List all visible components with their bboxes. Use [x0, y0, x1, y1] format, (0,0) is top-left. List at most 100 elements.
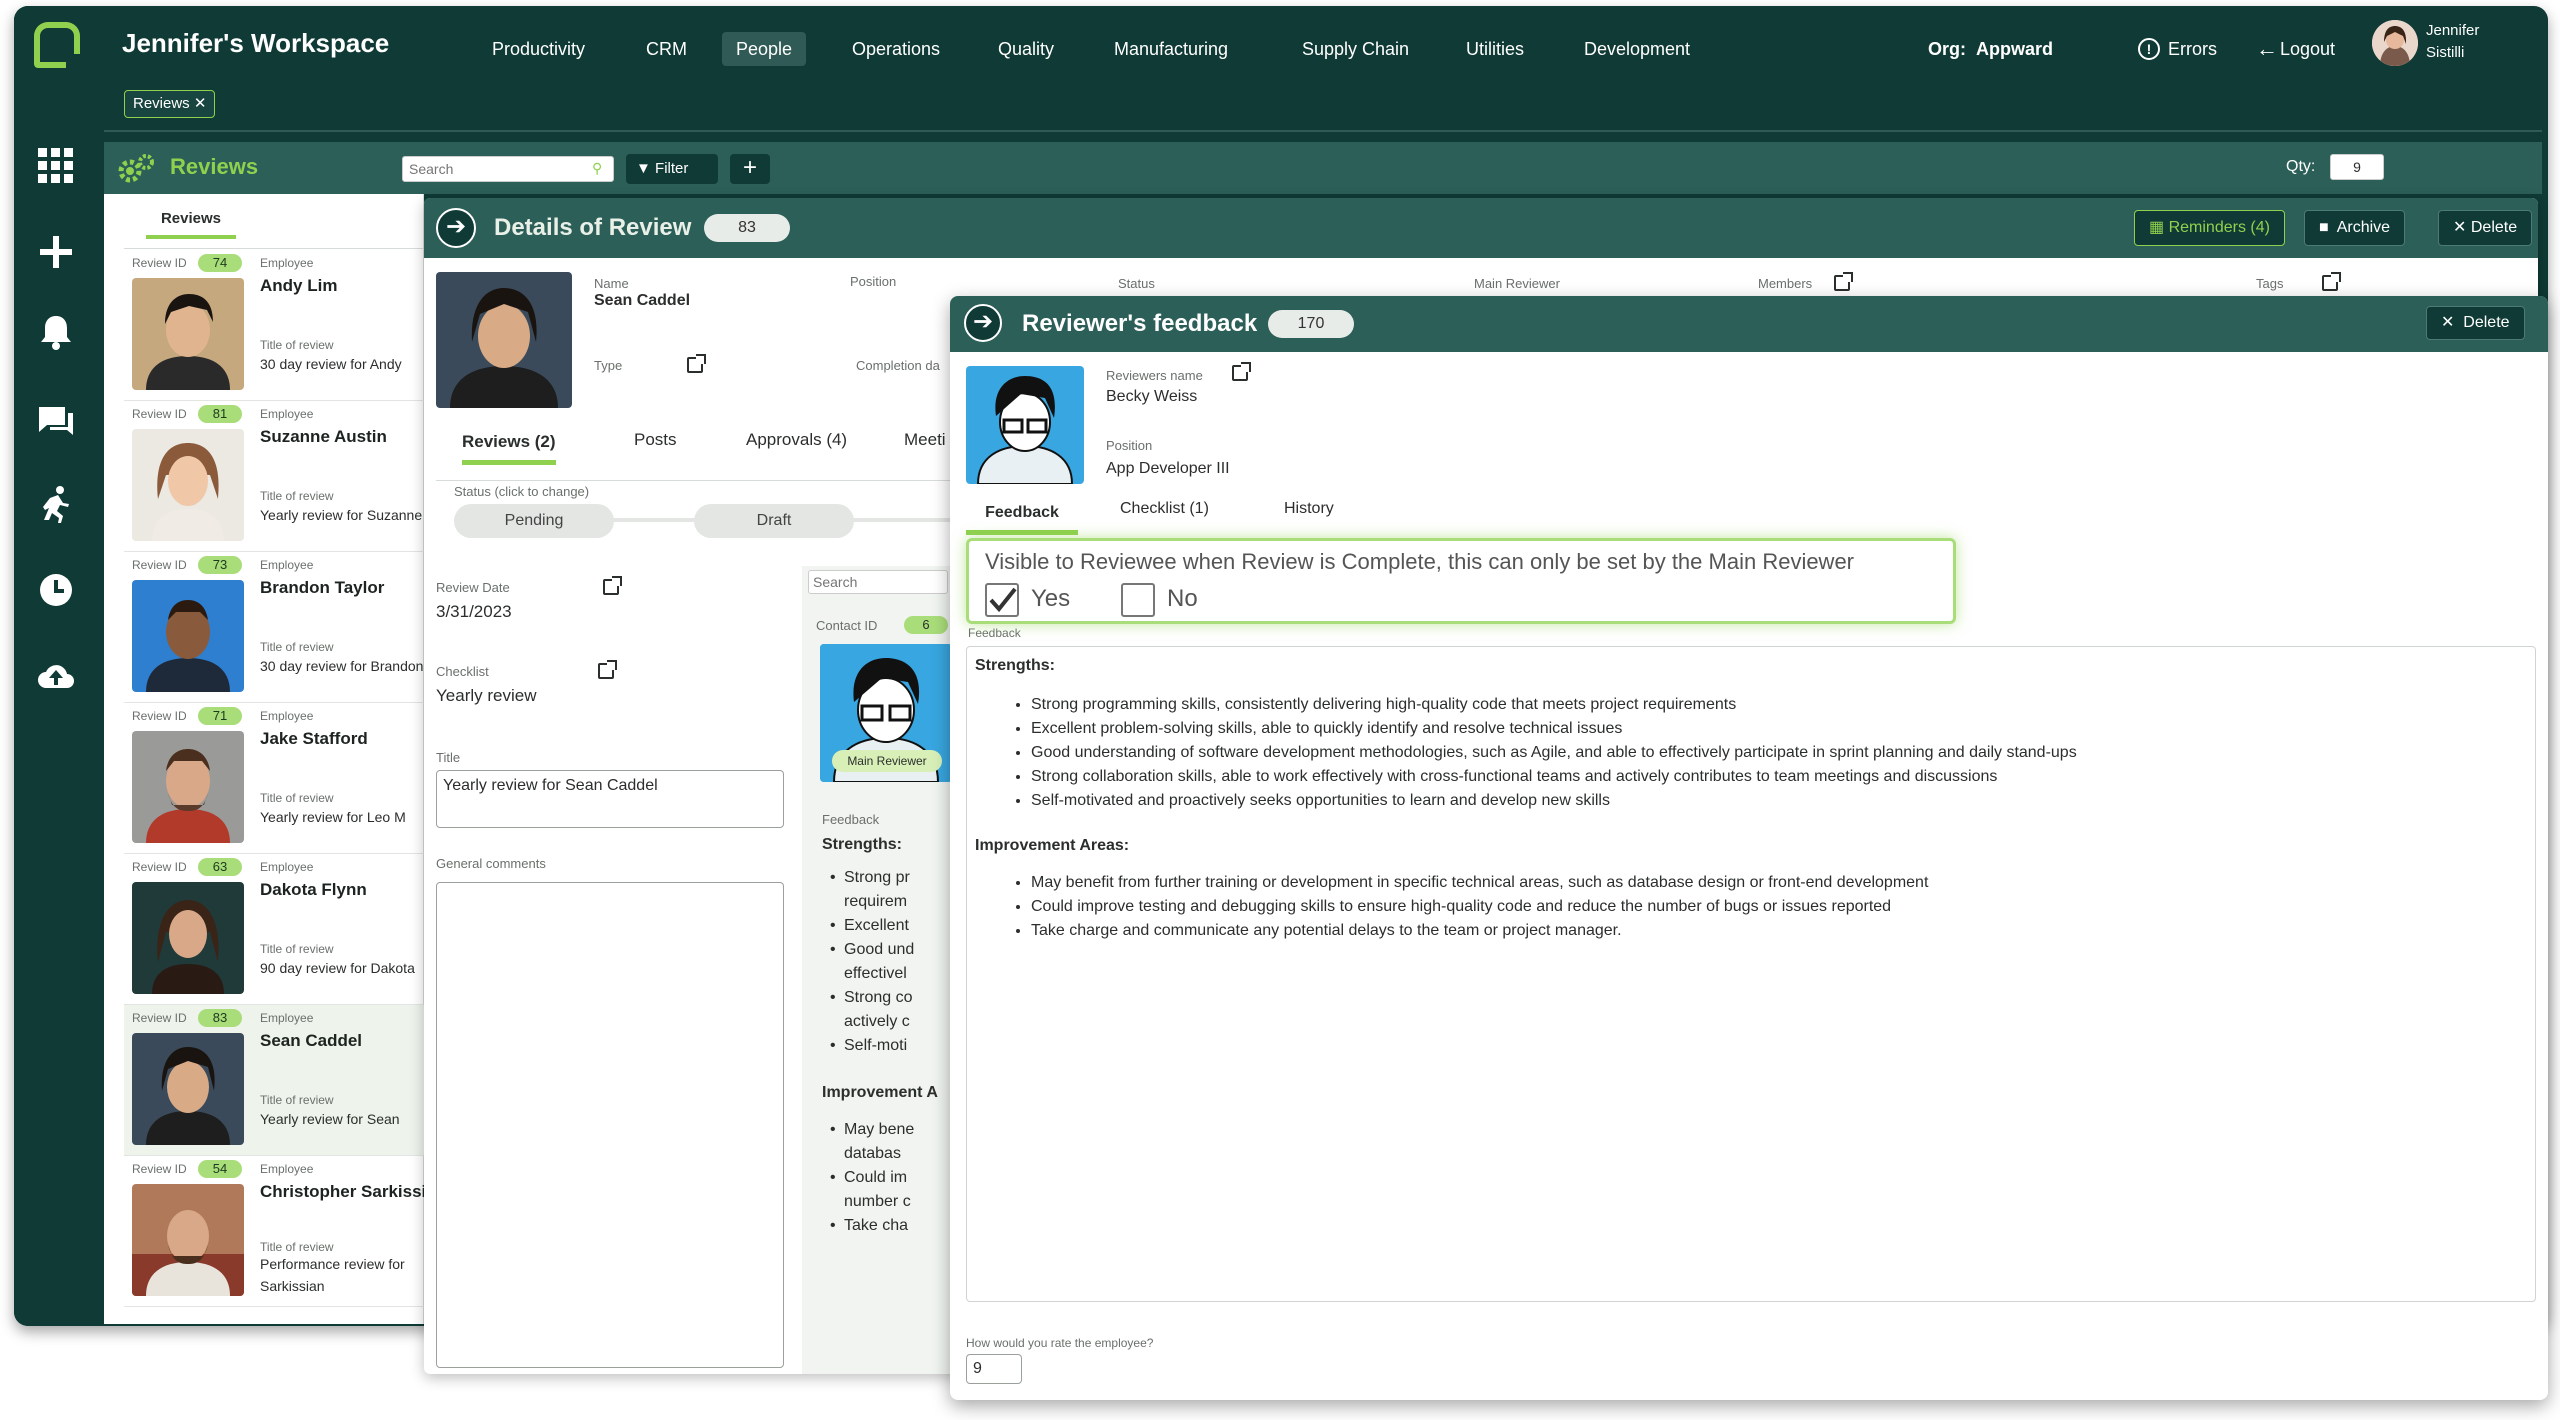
qty-value[interactable]: 9 [2330, 154, 2384, 180]
tab-reviews[interactable]: Reviews (2) [462, 432, 556, 465]
title-label: Title of review [260, 640, 334, 654]
comments-field[interactable] [436, 882, 784, 1368]
status-step-draft[interactable]: Draft [694, 504, 854, 538]
feedback-field[interactable]: Strengths: Strong programming skills, co… [966, 646, 2536, 1302]
list-item[interactable]: Review ID 71 Employee Jake Stafford Titl… [124, 703, 424, 854]
improvement-preview: May bene databas Could im number c Take … [822, 1118, 952, 1238]
nav-item-productivity[interactable]: Productivity [478, 32, 599, 66]
clock-icon[interactable] [36, 570, 76, 610]
external-link-icon[interactable] [603, 575, 623, 595]
contact-search-input[interactable] [808, 570, 948, 594]
list-item[interactable]: Review ID 73 Employee Brandon Taylor Tit… [124, 552, 424, 703]
external-link-icon[interactable] [686, 353, 706, 373]
reminders-button[interactable]: ▦ Reminders (4) [2134, 210, 2285, 246]
nav-item-supply-chain[interactable]: Supply Chain [1288, 32, 1423, 66]
strength-item: Strong collaboration skills, able to wor… [1031, 765, 2511, 789]
search-input[interactable] [402, 156, 614, 182]
nav-item-development[interactable]: Development [1570, 32, 1704, 66]
strengths-preview-line: Strong co [844, 989, 913, 1006]
yes-checkbox[interactable] [985, 583, 1019, 617]
avatar[interactable] [2372, 20, 2418, 66]
list-item[interactable]: Review ID 81 Employee Suzanne Austin Tit… [124, 401, 424, 552]
comments-label: General comments [436, 856, 546, 871]
nav-item-quality[interactable]: Quality [984, 32, 1068, 66]
org-name[interactable]: Appward [1976, 32, 2053, 66]
employee-photo [436, 272, 572, 408]
runner-icon[interactable] [36, 484, 76, 524]
title-field[interactable]: Yearly review for Sean Caddel [436, 770, 784, 828]
errors-link[interactable]: Errors [2168, 32, 2217, 66]
strength-item: Good understanding of software developme… [1031, 741, 2511, 765]
delete-label: Delete [2463, 314, 2510, 331]
no-label[interactable]: No [1167, 585, 1198, 613]
external-link-icon[interactable] [1834, 271, 1853, 291]
feedback-field-label: Feedback [968, 626, 1021, 640]
employee-photo [132, 882, 244, 994]
tab-feedback[interactable]: Feedback [966, 504, 1078, 535]
position-label: Position [850, 274, 897, 289]
nav-item-manufacturing[interactable]: Manufacturing [1100, 32, 1242, 66]
review-id-label: Review ID [132, 558, 187, 572]
contact-id-label: Contact ID [816, 618, 878, 633]
chat-icon[interactable] [36, 402, 76, 442]
arrow-left-icon[interactable]: ← [2256, 32, 2278, 66]
tab-approvals[interactable]: Approvals (4) [746, 430, 847, 458]
nav-item-people[interactable]: People [722, 32, 807, 66]
check-icon [989, 587, 1017, 613]
employee-label: Employee [260, 1162, 314, 1176]
close-icon[interactable]: ✕ [194, 95, 207, 112]
list-item[interactable]: Review ID 83 Employee Sean Caddel Title … [124, 1005, 424, 1156]
list-item[interactable]: Review ID 54 Employee Christopher Sarkis… [124, 1156, 446, 1307]
bell-icon[interactable] [36, 312, 76, 352]
tab-meetings[interactable]: Meeti [904, 430, 946, 458]
tab-history[interactable]: History [1284, 500, 1334, 526]
delete-button[interactable]: ✕ Delete [2426, 306, 2525, 340]
feedback-title: Reviewer's feedback [1022, 310, 1258, 337]
alert-icon[interactable]: ! [2138, 38, 2160, 60]
reviewer-name-value: Becky Weiss [1106, 388, 1198, 405]
nav-item-operations[interactable]: Operations [838, 32, 954, 66]
add-button[interactable]: + [730, 154, 770, 184]
no-checkbox[interactable] [1121, 583, 1155, 617]
nav-item-utilities[interactable]: Utilities [1452, 32, 1538, 66]
external-link-icon[interactable] [2322, 271, 2342, 291]
tab-posts[interactable]: Posts [634, 430, 677, 458]
delete-button[interactable]: ✕ Delete [2438, 210, 2533, 246]
checklist-label: Checklist [436, 664, 489, 679]
logout-link[interactable]: Logout [2280, 32, 2335, 66]
filter-icon: ▼ [636, 160, 651, 177]
review-id-badge: 83 [198, 1009, 242, 1027]
review-title: Yearly review for Sean [260, 1111, 400, 1127]
user-last-name: Sistilli [2426, 44, 2465, 61]
plus-icon[interactable] [36, 232, 76, 272]
apps-grid-icon[interactable] [36, 146, 76, 186]
improvement-preview-line: Could im [844, 1169, 908, 1186]
top-bar: Jennifer's Workspace Productivity CRM Pe… [104, 10, 2542, 86]
review-id-badge: 81 [198, 405, 242, 423]
tab-reviews[interactable]: Reviews [146, 210, 236, 239]
filter-button[interactable]: ▼ Filter [626, 154, 718, 184]
details-id-badge: 83 [704, 214, 790, 242]
arrow-right-icon[interactable]: ➔ [964, 304, 1002, 342]
search-icon[interactable]: ⚲ [592, 160, 602, 177]
list-item[interactable]: Review ID 63 Employee Dakota Flynn Title… [124, 854, 424, 1005]
arrow-right-icon[interactable]: ➔ [436, 208, 476, 248]
archive-button[interactable]: ■ Archive [2304, 210, 2406, 246]
external-link-icon[interactable] [1232, 361, 1251, 381]
reviews-chip[interactable]: Reviews ✕ [124, 90, 216, 118]
position-label: Position [1106, 438, 1153, 453]
logo-icon[interactable] [34, 22, 80, 68]
type-label: Type [594, 358, 623, 373]
external-link-icon[interactable] [597, 659, 617, 679]
cloud-upload-icon[interactable] [36, 656, 76, 696]
nav-item-crm[interactable]: CRM [632, 32, 701, 66]
status-label: Status [1118, 276, 1155, 291]
user-first-name: Jennifer [2426, 22, 2480, 39]
status-step-pending[interactable]: Pending [454, 504, 614, 538]
yes-label[interactable]: Yes [1031, 585, 1070, 613]
strength-item: Self-motivated and proactively seeks opp… [1031, 789, 2511, 813]
list-item[interactable]: Review ID 74 Employee Andy Lim Title of … [124, 250, 424, 401]
qty-label: Qty: [2286, 158, 2316, 175]
rating-input[interactable]: 9 [966, 1354, 1022, 1384]
tab-checklist[interactable]: Checklist (1) [1120, 500, 1209, 526]
